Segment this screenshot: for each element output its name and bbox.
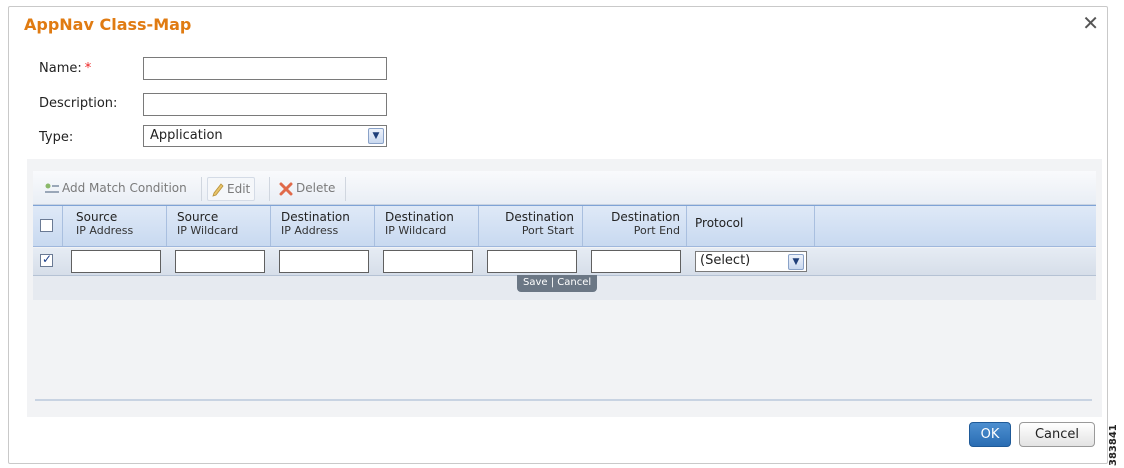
destination-ip-address-input[interactable] [279,250,369,273]
protocol-select[interactable]: (Select) ▼ [695,251,807,272]
column-title: Destination [505,210,574,224]
cancel-button[interactable]: Cancel [1019,422,1095,447]
edit-button[interactable]: Edit [207,177,256,201]
toolbar-divider [345,177,346,201]
destination-port-start-input[interactable] [487,250,577,273]
match-conditions-panel: Add Match Condition Edit Delete Source I… [27,159,1102,417]
description-input[interactable] [143,93,387,116]
column-subtitle: IP Wildcard [177,224,239,237]
name-input[interactable] [143,57,387,80]
column-subtitle: IP Address [76,224,134,237]
delete-label: Delete [296,181,336,195]
column-subtitle: IP Wildcard [385,224,447,237]
select-all-column [33,206,63,246]
source-ip-address-input[interactable] [71,250,161,273]
column-subtitle: IP Address [281,224,339,237]
column-source-ip-address[interactable]: Source IP Address [63,206,167,246]
row-editor-actions: Save | Cancel [517,275,598,292]
delete-button[interactable]: Delete [275,177,339,201]
row-save-button[interactable]: Save [523,277,548,288]
row-editor-separator: | [550,277,555,288]
required-mark: * [84,61,92,76]
table-row: (Select) ▼ [33,248,1096,276]
delete-x-icon [279,182,293,195]
source-ip-wildcard-input[interactable] [175,250,265,273]
grid-toolbar: Add Match Condition Edit Delete [33,171,1096,205]
ok-button[interactable]: OK [969,422,1011,447]
toolbar-divider [201,177,202,201]
add-condition-icon [45,183,59,193]
chevron-down-icon[interactable]: ▼ [788,254,804,270]
name-label-text: Name: [39,61,82,76]
column-destination-port-end[interactable]: Destination Port End [583,206,687,246]
column-title: Source [76,210,118,224]
column-protocol[interactable]: Protocol [687,206,815,246]
appnav-class-map-dialog: AppNav Class-Map ✕ Name: * Description: T… [8,6,1108,464]
column-title: Destination [385,210,454,224]
type-select-value: Application [150,128,223,143]
type-select[interactable]: Application ▼ [143,125,387,147]
column-subtitle: Port Start [521,224,574,237]
pencil-icon [212,182,224,197]
edit-label: Edit [227,182,251,196]
type-label: Type: [39,130,74,145]
column-title: Protocol [695,216,744,230]
destination-ip-wildcard-input[interactable] [383,250,473,273]
column-source-ip-wildcard[interactable]: Source IP Wildcard [167,206,271,246]
footer-divider [35,399,1092,401]
select-all-checkbox[interactable] [40,219,53,232]
dialog-title: AppNav Class-Map [24,15,192,34]
toolbar-divider [269,177,270,201]
row-cancel-button[interactable]: Cancel [557,277,591,288]
column-title: Source [177,210,219,224]
row-editor-bar: Save | Cancel [33,275,1096,300]
row-checkbox[interactable] [40,252,53,267]
description-label: Description: [39,96,118,111]
column-title: Destination [611,210,680,224]
grid-header: Source IP Address Source IP Wildcard Des… [33,205,1096,247]
add-match-condition-label: Add Match Condition [62,181,187,195]
destination-port-end-input[interactable] [591,250,681,273]
column-title: Destination [281,210,350,224]
image-id-label: 383841 [1108,424,1119,466]
column-destination-port-start[interactable]: Destination Port Start [479,206,583,246]
name-label: Name: * [39,61,91,76]
chevron-down-icon[interactable]: ▼ [368,128,384,144]
close-icon[interactable]: ✕ [1082,11,1099,35]
column-destination-ip-wildcard[interactable]: Destination IP Wildcard [375,206,479,246]
protocol-select-value: (Select) [700,253,751,268]
add-match-condition-button[interactable]: Add Match Condition [41,177,191,201]
column-subtitle: Port End [633,224,680,237]
column-destination-ip-address[interactable]: Destination IP Address [271,206,375,246]
